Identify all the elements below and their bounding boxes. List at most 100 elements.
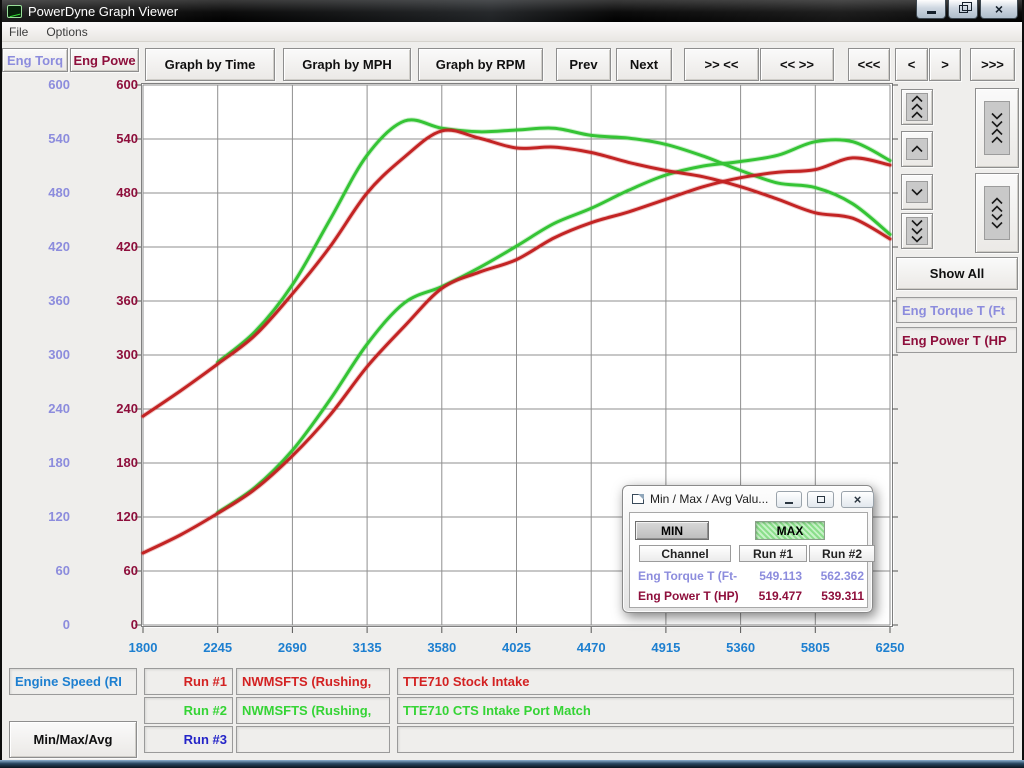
table-row-channel: Eng Torque T (Ft-	[638, 569, 738, 583]
x-tick-label: 3580	[410, 640, 474, 655]
torque-y-tick-label: 240	[18, 401, 70, 416]
torque-y-tick-label: 0	[18, 617, 70, 632]
graph-by-mph-button[interactable]: Graph by MPH	[283, 48, 411, 81]
graph-by-rpm-button[interactable]: Graph by RPM	[418, 48, 543, 81]
torque-y-tick-label: 180	[18, 455, 70, 470]
y-scroll-up-fast-button[interactable]	[901, 89, 933, 125]
minmax-values-window: Min / Max / Avg Valu... × MIN MAX Channe…	[622, 485, 873, 613]
x-tick-label: 3135	[335, 640, 399, 655]
menu-file[interactable]: File	[0, 23, 37, 41]
minimize-icon	[927, 11, 936, 14]
x-tick-label: 5805	[783, 640, 847, 655]
y-scroll-down-button[interactable]	[901, 174, 933, 210]
power-y-tick-label: 120	[86, 509, 138, 524]
minimize-icon	[785, 502, 793, 504]
powerdyne-window: PowerDyne Graph Viewer × File Options En…	[0, 0, 1024, 768]
menu-options[interactable]: Options	[37, 23, 96, 41]
column-header-run1[interactable]: Run #1	[739, 545, 807, 562]
torque-y-tick-label: 60	[18, 563, 70, 578]
power-y-tick-label: 480	[86, 185, 138, 200]
x-tick-label: 5360	[709, 640, 773, 655]
run-2-eng-torque-t-ft-lbs--curve	[218, 120, 890, 362]
close-button[interactable]: ×	[980, 0, 1018, 19]
window-left-edge	[0, 0, 2, 768]
max-toggle-button[interactable]: MAX	[755, 521, 825, 540]
torque-y-tick-label: 480	[18, 185, 70, 200]
y-scroll-down-fast-button[interactable]	[901, 213, 933, 249]
x-tick-label: 6250	[858, 640, 922, 655]
chevron-down-triple-icon	[906, 217, 928, 245]
graph-by-time-button[interactable]: Graph by Time	[145, 48, 275, 81]
torque-y-tick-label: 420	[18, 239, 70, 254]
window-bottom-edge	[0, 760, 1024, 768]
chevron-down-icon	[906, 181, 928, 203]
y-scroll-up-button[interactable]	[901, 131, 933, 167]
minmax-close-button[interactable]: ×	[841, 491, 874, 508]
minimize-button[interactable]	[916, 0, 946, 19]
power-y-tick-label: 240	[86, 401, 138, 416]
run2-label: Run #2	[144, 697, 233, 724]
torque-channel-field: Eng Torque T (Ft	[896, 297, 1017, 323]
close-icon: ×	[854, 492, 862, 507]
minmax-window-icon	[632, 494, 644, 504]
maximize-icon	[817, 496, 825, 503]
min-toggle-button[interactable]: MIN	[635, 521, 709, 540]
run1-label: Run #1	[144, 668, 233, 695]
table-cell-value: 519.477	[734, 589, 802, 603]
table-cell-value: 562.362	[802, 569, 864, 583]
column-header-run2[interactable]: Run #2	[809, 545, 875, 562]
power-y-tick-label: 360	[86, 293, 138, 308]
table-row-channel: Eng Power T (HP)	[638, 589, 742, 603]
run-2-eng-power-t-hp--curve	[218, 140, 890, 513]
run3-file-field[interactable]	[236, 726, 390, 753]
chevron-up-triple-icon	[906, 93, 928, 121]
prev-button[interactable]: Prev	[556, 48, 611, 81]
x-tick-label: 2690	[260, 640, 324, 655]
torque-y-tick-label: 540	[18, 131, 70, 146]
power-y-tick-label: 60	[86, 563, 138, 578]
run1-file-field[interactable]: NWMSFTS (Rushing,	[236, 668, 390, 695]
power-channel-field: Eng Power T (HP	[896, 327, 1017, 353]
tab-eng-power[interactable]: Eng Powe	[70, 48, 139, 72]
y-zoom-in-button[interactable]	[975, 88, 1019, 168]
next-button[interactable]: Next	[616, 48, 672, 81]
x-tick-label: 4025	[485, 640, 549, 655]
scroll-left-button[interactable]: <	[895, 48, 928, 81]
minmax-title-bar[interactable]: Min / Max / Avg Valu... ×	[623, 486, 872, 512]
scroll-right-button[interactable]: >	[929, 48, 961, 81]
power-y-tick-label: 600	[86, 77, 138, 92]
run3-title-field[interactable]	[397, 726, 1014, 753]
minmax-minimize-button[interactable]	[776, 491, 802, 508]
run2-file-field[interactable]: NWMSFTS (Rushing,	[236, 697, 390, 724]
minmax-avg-button[interactable]: Min/Max/Avg	[9, 721, 137, 758]
column-header-channel[interactable]: Channel	[639, 545, 731, 562]
run1-title-field[interactable]: TTE710 Stock Intake	[397, 668, 1014, 695]
show-all-button[interactable]: Show All	[896, 257, 1018, 290]
window-title: PowerDyne Graph Viewer	[28, 4, 178, 19]
power-y-tick-label: 300	[86, 347, 138, 362]
torque-y-tick-label: 600	[18, 77, 70, 92]
chevron-up-icon	[906, 138, 928, 160]
y-zoom-out-button[interactable]	[975, 173, 1019, 253]
torque-y-tick-label: 300	[18, 347, 70, 362]
close-icon: ×	[995, 1, 1003, 17]
zoom-out-x-button[interactable]: << >>	[760, 48, 834, 81]
title-bar[interactable]: PowerDyne Graph Viewer ×	[0, 0, 1024, 22]
power-y-tick-label: 540	[86, 131, 138, 146]
scroll-right-fast-button[interactable]: >>>	[970, 48, 1015, 81]
tab-eng-torque[interactable]: Eng Torq	[2, 48, 68, 72]
torque-y-tick-label: 120	[18, 509, 70, 524]
curve-halo	[218, 140, 890, 513]
run2-title-field[interactable]: TTE710 CTS Intake Port Match	[397, 697, 1014, 724]
menu-bar: File Options	[0, 22, 1024, 42]
scroll-left-fast-button[interactable]: <<<	[848, 48, 890, 81]
minmax-body: MIN MAX Channel Run #1 Run #2 Eng Torque…	[629, 512, 868, 608]
x-tick-label: 1800	[111, 640, 175, 655]
x-axis-channel-field: Engine Speed (RI	[9, 668, 137, 695]
minmax-maximize-button[interactable]	[807, 491, 834, 508]
zoom-in-x-button[interactable]: >> <<	[684, 48, 759, 81]
table-cell-value: 539.311	[802, 589, 864, 603]
torque-y-tick-label: 360	[18, 293, 70, 308]
maximize-button[interactable]	[948, 0, 978, 19]
compress-vertical-icon	[984, 101, 1010, 155]
